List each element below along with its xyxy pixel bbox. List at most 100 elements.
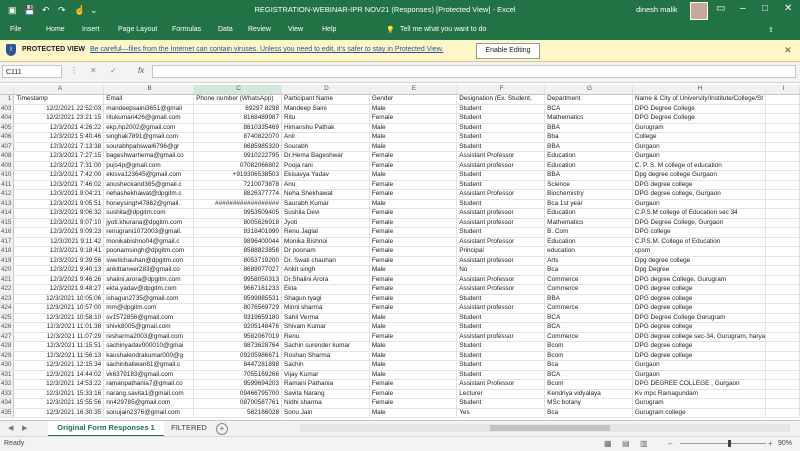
cell[interactable]: Student <box>456 351 546 361</box>
row-header[interactable]: 424 <box>0 303 15 314</box>
cell[interactable]: +919306538503 <box>193 170 283 181</box>
cell[interactable]: BBA <box>544 123 633 133</box>
cell[interactable]: Female <box>369 294 458 304</box>
cell[interactable]: Education <box>544 208 633 219</box>
page-break-view-icon[interactable]: ▥ <box>640 439 648 448</box>
cell[interactable]: 89297 8298 <box>193 104 283 114</box>
cell[interactable] <box>765 218 800 228</box>
cell[interactable]: DPG Degree College <box>632 113 767 124</box>
cell[interactable]: ritukumari426@gmail.com <box>103 113 195 124</box>
select-all-corner[interactable] <box>0 85 15 95</box>
next-sheet-icon[interactable]: ▶ <box>22 424 27 432</box>
cell[interactable]: Assistant Professor <box>456 379 546 390</box>
row-header[interactable]: 433 <box>0 389 15 399</box>
normal-view-icon[interactable]: ▦ <box>604 439 612 448</box>
cell[interactable]: DPG degree college <box>632 303 767 314</box>
cell[interactable]: Education <box>544 237 633 247</box>
cell[interactable]: Male <box>369 170 458 181</box>
cell[interactable] <box>765 379 800 390</box>
save-icon[interactable]: 💾 <box>24 4 35 16</box>
cell[interactable]: Student <box>456 294 546 304</box>
cell[interactable] <box>765 237 800 247</box>
cell[interactable]: Shagun tyagi <box>281 294 370 304</box>
cell[interactable]: 12/3/2021 9:05:51 <box>13 199 105 209</box>
cell[interactable]: DPG degree college, Gurgaon <box>632 189 767 200</box>
cell[interactable] <box>765 294 800 304</box>
ribbon-display-icon[interactable]: ▭ <box>716 3 725 14</box>
cell[interactable]: Student <box>456 313 546 323</box>
cell[interactable]: Student <box>456 398 546 409</box>
cell[interactable]: Assistant Professor <box>456 275 546 285</box>
cell[interactable]: Female <box>369 208 458 219</box>
close-icon[interactable]: ✕ <box>784 45 792 56</box>
tab-home[interactable]: Home <box>46 26 65 33</box>
cell[interactable]: 12/3/2021 9:39:56 <box>13 256 105 266</box>
zoom-in-icon[interactable]: + <box>768 439 773 448</box>
cell[interactable]: Himanshu Pathak <box>281 123 370 133</box>
cell[interactable]: Male <box>369 123 458 133</box>
cell[interactable]: Renu Jaglal <box>281 227 370 238</box>
cell[interactable]: Gurgaon <box>632 199 767 209</box>
column-header[interactable]: B <box>103 85 195 95</box>
cell[interactable]: DPG degree college <box>632 351 767 361</box>
cell[interactable]: 12/3/2021 14:53:22 <box>13 379 105 390</box>
cell[interactable]: kaushalendrakumar000@g <box>103 351 195 361</box>
cell[interactable]: swetichauhan@dpgitm.con <box>103 256 195 266</box>
cell[interactable]: 12/3/2021 9:18:41 <box>13 246 105 257</box>
cell[interactable]: 9667161233 <box>193 284 283 295</box>
cell[interactable]: Female <box>369 389 458 399</box>
cell[interactable]: 12/3/2021 7:42:00 <box>13 170 105 181</box>
cell[interactable]: Gurugram college <box>632 408 767 418</box>
cell[interactable]: Student <box>456 360 546 371</box>
cell[interactable] <box>765 104 800 114</box>
row-header[interactable]: 410 <box>0 170 15 181</box>
cell[interactable]: Dpg Degree <box>632 265 767 276</box>
cell[interactable]: 8826377774 <box>193 189 283 200</box>
sheet-tab-filtered[interactable]: FILTERED <box>166 421 212 435</box>
cell[interactable]: 8588823858 <box>193 246 283 257</box>
row-header[interactable]: 425 <box>0 313 15 323</box>
cell[interactable]: 12/3/2021 5:40:46 <box>13 132 105 143</box>
header-cell[interactable]: Email <box>103 94 195 105</box>
cell[interactable]: Bca 1st year <box>544 199 633 209</box>
cell[interactable]: Student <box>456 170 546 181</box>
cell[interactable]: Gurgaon <box>632 142 767 152</box>
maximize-icon[interactable]: □ <box>762 3 768 14</box>
sheet-tab-original-form-responses[interactable]: Original Form Responses 1 <box>48 421 164 437</box>
cell[interactable]: cpsm <box>632 246 767 257</box>
cell[interactable]: DPG degree college <box>632 341 767 352</box>
page-layout-view-icon[interactable]: ▤ <box>622 439 630 448</box>
cell[interactable] <box>765 360 800 371</box>
row-header[interactable]: 423 <box>0 294 15 304</box>
header-cell[interactable]: Participant Name <box>281 94 370 105</box>
cell[interactable]: Female <box>369 284 458 295</box>
cell[interactable]: Ekta <box>281 284 370 295</box>
cell[interactable]: ankittanwer283@gmail.co <box>103 265 195 276</box>
cell[interactable]: DPG college <box>632 227 767 238</box>
cell[interactable]: education <box>544 246 633 257</box>
column-header[interactable]: C <box>193 85 283 95</box>
cell[interactable]: Bca <box>544 360 633 371</box>
cell[interactable]: Gurgaon <box>632 360 767 371</box>
cell[interactable]: Savita Narang <box>281 389 370 399</box>
cell[interactable]: Ramani Pathania <box>281 379 370 390</box>
cell[interactable]: 12/3/2021 11:15:51 <box>13 341 105 352</box>
row-header[interactable]: 408 <box>0 151 15 162</box>
tab-page-layout[interactable]: Page Layout <box>118 26 157 33</box>
cell[interactable]: Minni sharma <box>281 303 370 314</box>
cell[interactable]: 12/2/2021 22:52:03 <box>13 104 105 114</box>
cell[interactable]: 9599694203 <box>193 379 283 390</box>
cell[interactable]: Male <box>369 322 458 333</box>
cell[interactable]: Dpg degree college Gurgaon <box>632 170 767 181</box>
cell[interactable]: Dr poonam <box>281 246 370 257</box>
row-header[interactable]: 435 <box>0 408 15 418</box>
cell[interactable]: 09466795700 <box>193 389 283 399</box>
cell[interactable]: Female <box>369 332 458 342</box>
cell[interactable]: 12/2/2021 23:21:15 <box>13 113 105 124</box>
add-sheet-icon[interactable]: + <box>216 423 228 435</box>
cell[interactable]: Assistant Professor <box>456 151 546 162</box>
cell[interactable]: 12/3/2021 7:46:02 <box>13 180 105 190</box>
cell[interactable]: Student <box>456 199 546 209</box>
cell[interactable]: Mathematics <box>544 113 633 124</box>
cell[interactable]: Mathematics <box>544 218 633 228</box>
